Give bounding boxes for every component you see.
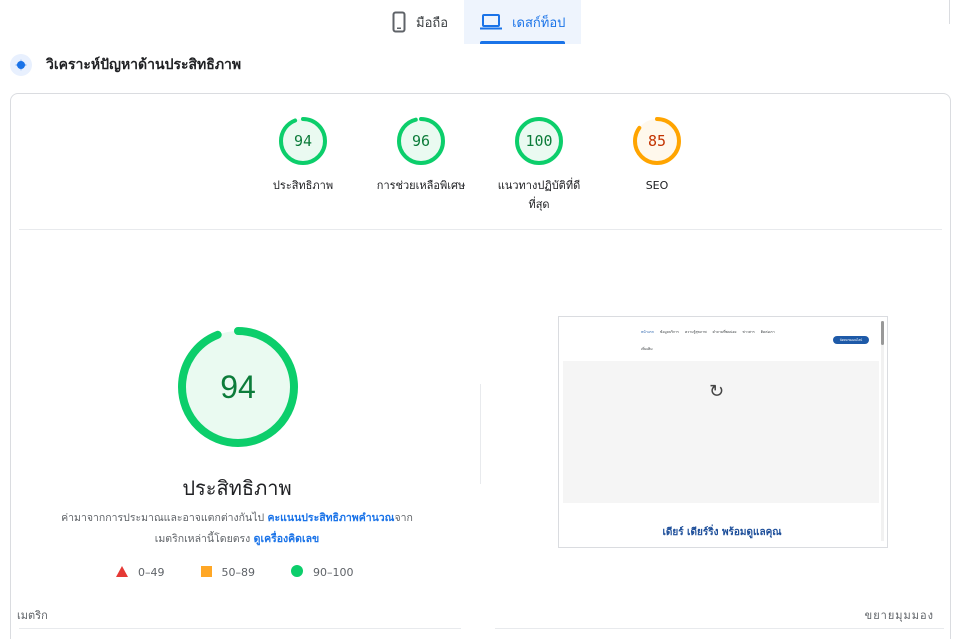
report-card: 94 ประสิทธิภาพ 96 การช่วยเหลือพิเศษ 100 … [10, 93, 951, 639]
vertical-divider [480, 384, 481, 484]
smartphone-icon [392, 11, 406, 33]
gauge-label-line2: ที่สุด [528, 198, 550, 211]
triangle-icon [116, 565, 128, 580]
tab-desktop-label: เดสก์ท็อป [512, 15, 566, 31]
preview-nav-item: คำถามที่พบบ่อย [712, 330, 737, 334]
gauge-ring: 94 [278, 116, 328, 166]
device-tabs: มือถือ เดสก์ท็อป [376, 0, 582, 44]
gauge-accessibility[interactable]: 96 การช่วยเหลือพิเศษ [361, 116, 481, 195]
gauge-seo[interactable]: 85 SEO [597, 116, 717, 195]
gauge-label: SEO [645, 179, 669, 192]
gauge-score: 85 [647, 132, 667, 150]
calculator-link[interactable]: ดูเครื่องคิดเลข [254, 533, 320, 545]
metrics-label: เมตริก [17, 609, 48, 622]
preview-caption: เดียร์ เดียร์ริ่ง พร้อมดูแลคุณ [662, 527, 782, 538]
preview-scrollbar [881, 321, 884, 541]
gauge-performance[interactable]: 94 ประสิทธิภาพ [243, 116, 363, 195]
gauge-score: 94 [293, 132, 313, 150]
gauge-label: การช่วยเหลือพิเศษ [376, 179, 466, 192]
row-divider [19, 229, 942, 230]
gauge-ring: 100 [514, 116, 564, 166]
section-title: วิเคราะห์ปัญหาด้านประสิทธิภาพ [46, 57, 242, 73]
metrics-divider [495, 628, 944, 629]
preview-nav: หน้าแรก ข้อมูลบริการ ความรู้สุขภาพ คำถาม… [641, 329, 775, 335]
gauge-score: 96 [411, 132, 431, 150]
circle-icon [291, 565, 303, 580]
section-header: วิเคราะห์ปัญหาด้านประสิทธิภาพ [10, 54, 241, 76]
loading-spinner-icon: ↻ [709, 381, 725, 402]
performance-description: ค่ามาจากการประมาณและอาจแตกต่างกันไป คะแน… [41, 508, 433, 550]
tab-mobile[interactable]: มือถือ [376, 0, 464, 44]
category-gauges: 94 ประสิทธิภาพ 96 การช่วยเหลือพิเศษ 100 … [11, 116, 950, 216]
diagnostics-icon [10, 54, 32, 76]
metrics-divider [19, 628, 461, 629]
score-calculation-link[interactable]: คะแนนประสิทธิภาพคำนวณ [267, 512, 394, 524]
legend-range: 0–49 [138, 566, 165, 579]
desc-text: ค่ามาจากการประมาณและอาจแตกต่างกันไป [61, 512, 268, 524]
legend-range: 50–89 [221, 566, 256, 579]
gauge-label: ประสิทธิภาพ [272, 179, 334, 192]
legend-average: 50–89 [200, 565, 256, 580]
gauge-label: แนวทางปฏิบัติที่ดี ที่สุด [479, 176, 599, 214]
score-legend: 0–49 50–89 90–100 [116, 565, 380, 580]
tab-desktop[interactable]: เดสก์ท็อป [464, 0, 582, 44]
gauge-score: 100 [525, 132, 553, 150]
gauge-ring: 96 [396, 116, 446, 166]
preview-cta-button: นัดหมายออนไลน์ [833, 336, 869, 344]
tab-mobile-label: มือถือ [416, 15, 449, 31]
gauge-ring: 85 [632, 116, 682, 166]
performance-gauge-large: 94 [177, 326, 299, 448]
final-screenshot-preview[interactable]: หน้าแรก ข้อมูลบริการ ความรู้สุขภาพ คำถาม… [558, 316, 888, 548]
legend-pass: 90–100 [291, 565, 354, 580]
laptop-icon [480, 13, 503, 31]
square-icon [200, 565, 212, 580]
desc-text: จาก [394, 512, 413, 524]
gauge-best-practices[interactable]: 100 แนวทางปฏิบัติที่ดี ที่สุด [479, 116, 599, 214]
preview-nav-item: ข้อมูลบริการ [659, 330, 679, 334]
legend-range: 90–100 [313, 566, 354, 579]
expand-view-button[interactable]: ขยายมุมมอง [865, 606, 934, 624]
desc-text: เมตริกเหล่านี้โดยตรง [154, 533, 254, 545]
preview-nav-item: ติดต่อเรา [760, 330, 775, 334]
preview-nav-item: ข่าวสาร [742, 330, 755, 334]
top-divider [949, 0, 950, 24]
preview-nav-more: เพิ่มเติม [641, 347, 653, 351]
preview-nav-item: ความรู้สุขภาพ [684, 330, 707, 334]
legend-fail: 0–49 [116, 565, 165, 580]
preview-nav-item: หน้าแรก [641, 330, 654, 334]
performance-title: ประสิทธิภาพ [182, 476, 292, 500]
gauge-label-line1: แนวทางปฏิบัติที่ดี [497, 179, 581, 192]
performance-score: 94 [220, 369, 256, 405]
